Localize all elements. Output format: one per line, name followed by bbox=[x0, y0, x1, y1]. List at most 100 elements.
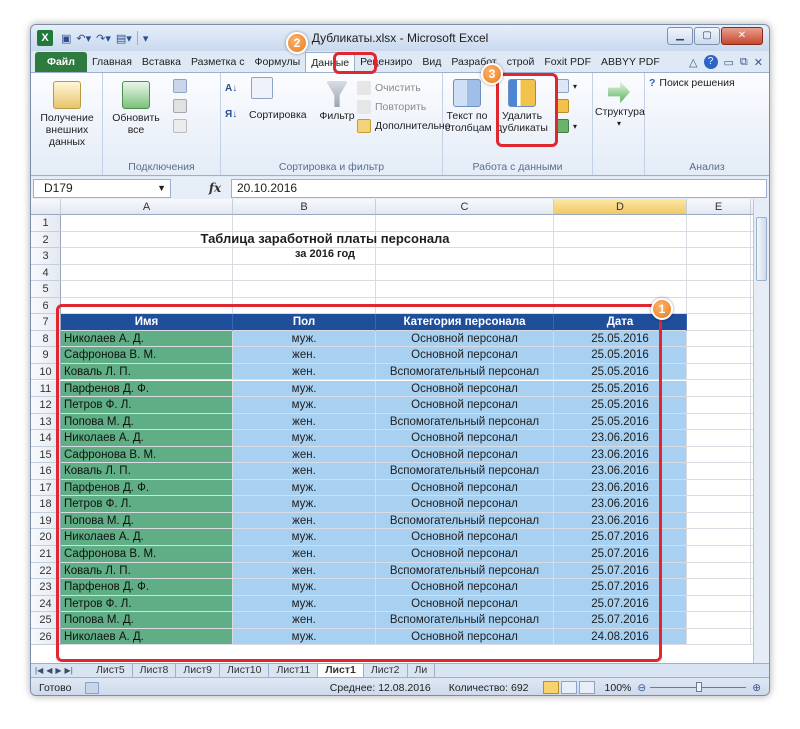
sheet-tab-1[interactable]: Лист8 bbox=[133, 664, 177, 677]
row-header-3[interactable]: 3 bbox=[31, 248, 61, 265]
fx-icon[interactable]: fx bbox=[205, 181, 225, 195]
sheet-tab-2[interactable]: Лист9 bbox=[176, 664, 220, 677]
ribbon-tab-9[interactable]: строй bbox=[502, 52, 540, 72]
ribbon-tab-3[interactable]: Разметка с bbox=[186, 52, 250, 72]
sort-button[interactable]: Сортировка bbox=[249, 109, 307, 121]
grid-cell[interactable] bbox=[687, 446, 751, 464]
grid-cell[interactable] bbox=[687, 612, 751, 629]
doc-restore-icon[interactable]: ⧉ bbox=[740, 56, 748, 69]
grid-cell[interactable] bbox=[687, 628, 751, 646]
grid-cell[interactable] bbox=[376, 264, 554, 282]
ribbon-tab-0[interactable]: Файл bbox=[35, 52, 87, 72]
grid-cell[interactable] bbox=[233, 264, 376, 282]
what-if-button[interactable]: ▾ bbox=[555, 119, 577, 133]
solver-button[interactable]: ? Поиск решения bbox=[649, 77, 735, 89]
grid-cell[interactable] bbox=[61, 215, 233, 232]
page-layout-view-icon[interactable] bbox=[560, 681, 577, 694]
normal-view-icon[interactable] bbox=[542, 681, 559, 694]
sheet-tab-3[interactable]: Лист10 bbox=[220, 664, 270, 677]
column-header-D[interactable]: D bbox=[554, 199, 687, 215]
formula-input[interactable]: 20.10.2016 bbox=[231, 178, 767, 198]
grid-cell[interactable] bbox=[687, 264, 751, 282]
row-header-4[interactable]: 4 bbox=[31, 264, 61, 282]
refresh-all-button[interactable]: Обновить все bbox=[105, 81, 167, 136]
ribbon-tab-1[interactable]: Главная bbox=[87, 52, 137, 72]
row-header-2[interactable]: 2 bbox=[31, 231, 61, 249]
row-header-1[interactable]: 1 bbox=[31, 215, 61, 232]
ribbon-tab-4[interactable]: Формулы bbox=[249, 52, 305, 72]
grid-cell[interactable] bbox=[687, 595, 751, 613]
select-all-corner[interactable] bbox=[31, 199, 61, 215]
grid-cell[interactable] bbox=[687, 463, 751, 480]
grid-cell[interactable] bbox=[687, 248, 751, 265]
row-header-5[interactable]: 5 bbox=[31, 281, 61, 298]
sort-az-button[interactable]: A↓ bbox=[225, 83, 237, 94]
macro-record-icon[interactable] bbox=[85, 681, 100, 694]
grid-cell[interactable] bbox=[554, 215, 687, 232]
grid-cell[interactable] bbox=[687, 579, 751, 596]
reapply-button[interactable]: Повторить bbox=[357, 100, 426, 114]
zoom-level[interactable]: 100% bbox=[605, 682, 632, 694]
zoom-in-icon[interactable]: ⊕ bbox=[752, 682, 761, 694]
grid-cell[interactable] bbox=[687, 347, 751, 364]
close-icon[interactable]: ✕ bbox=[721, 27, 763, 45]
grid-cell[interactable] bbox=[687, 314, 751, 331]
grid-cell[interactable] bbox=[687, 562, 751, 580]
zoom-slider[interactable] bbox=[650, 682, 747, 692]
connections-button[interactable] bbox=[173, 79, 187, 93]
zoom-out-icon[interactable]: ⊖ bbox=[637, 682, 646, 694]
zoom-slider-thumb[interactable] bbox=[696, 682, 703, 692]
doc-close-icon[interactable]: ✕ bbox=[754, 56, 763, 69]
sheet-tab-0[interactable]: Лист5 bbox=[89, 664, 133, 677]
doc-minimize-icon[interactable]: ▭ bbox=[724, 56, 734, 69]
outline-button[interactable]: Структура ▾ bbox=[595, 81, 645, 130]
get-external-data-button[interactable]: Получение внешних данных bbox=[35, 81, 99, 148]
minimize-icon[interactable]: ▁ bbox=[667, 27, 693, 45]
grid-cell[interactable] bbox=[233, 281, 376, 298]
grid-cell[interactable] bbox=[687, 231, 751, 249]
grid-cell[interactable] bbox=[687, 380, 751, 398]
prev-sheet-icon[interactable]: ◀ bbox=[46, 666, 52, 675]
help-icon[interactable]: ? bbox=[703, 55, 718, 69]
grid-cell[interactable] bbox=[687, 529, 751, 546]
sort-dialog-icon-button[interactable] bbox=[251, 77, 273, 99]
grid-cell[interactable] bbox=[687, 430, 751, 447]
collapse-ribbon-icon[interactable]: △ bbox=[689, 56, 697, 69]
column-header-C[interactable]: C bbox=[376, 199, 554, 215]
grid-cell[interactable] bbox=[687, 363, 751, 381]
grid-cell[interactable] bbox=[554, 281, 687, 298]
maximize-icon[interactable]: ▢ bbox=[694, 27, 720, 45]
filter-button[interactable]: Фильтр bbox=[317, 81, 357, 122]
grid-cell[interactable] bbox=[687, 512, 751, 530]
name-box-dropdown-icon[interactable]: ▼ bbox=[157, 180, 166, 197]
ribbon-tab-2[interactable]: Вставка bbox=[137, 52, 186, 72]
sheet-title[interactable]: Таблица заработной платы персонала bbox=[61, 231, 589, 246]
advanced-filter-button[interactable]: Дополнительно bbox=[357, 119, 451, 133]
last-sheet-icon[interactable]: ▶| bbox=[65, 666, 73, 675]
properties-button[interactable] bbox=[173, 99, 187, 113]
next-sheet-icon[interactable]: ▶ bbox=[55, 666, 61, 675]
sheet-tab-5[interactable]: Лист1 bbox=[318, 664, 364, 677]
sheet-tab-4[interactable]: Лист11 bbox=[269, 664, 319, 677]
grid-cell[interactable] bbox=[61, 264, 233, 282]
sort-za-button[interactable]: Я↓ bbox=[225, 109, 237, 120]
grid-cell[interactable] bbox=[687, 546, 751, 563]
grid-cell[interactable] bbox=[554, 264, 687, 282]
column-header-A[interactable]: A bbox=[61, 199, 233, 215]
grid-cell[interactable] bbox=[687, 397, 751, 414]
ribbon-tab-10[interactable]: Foxit PDF bbox=[539, 52, 596, 72]
scrollbar-thumb[interactable] bbox=[756, 217, 767, 281]
sheet-tab-7[interactable]: Ли bbox=[408, 664, 436, 677]
page-break-view-icon[interactable] bbox=[578, 681, 595, 694]
grid-cell[interactable] bbox=[61, 281, 233, 298]
grid-cell[interactable] bbox=[687, 413, 751, 431]
grid-cell[interactable] bbox=[687, 215, 751, 232]
grid-cell[interactable] bbox=[687, 479, 751, 497]
data-validation-button[interactable]: ▾ bbox=[555, 79, 577, 93]
grid-cell[interactable] bbox=[687, 496, 751, 513]
grid-cell[interactable] bbox=[376, 281, 554, 298]
column-header-B[interactable]: B bbox=[233, 199, 376, 215]
grid-cell[interactable] bbox=[687, 297, 751, 315]
column-header-E[interactable]: E bbox=[687, 199, 751, 215]
vertical-scrollbar[interactable] bbox=[753, 199, 769, 663]
